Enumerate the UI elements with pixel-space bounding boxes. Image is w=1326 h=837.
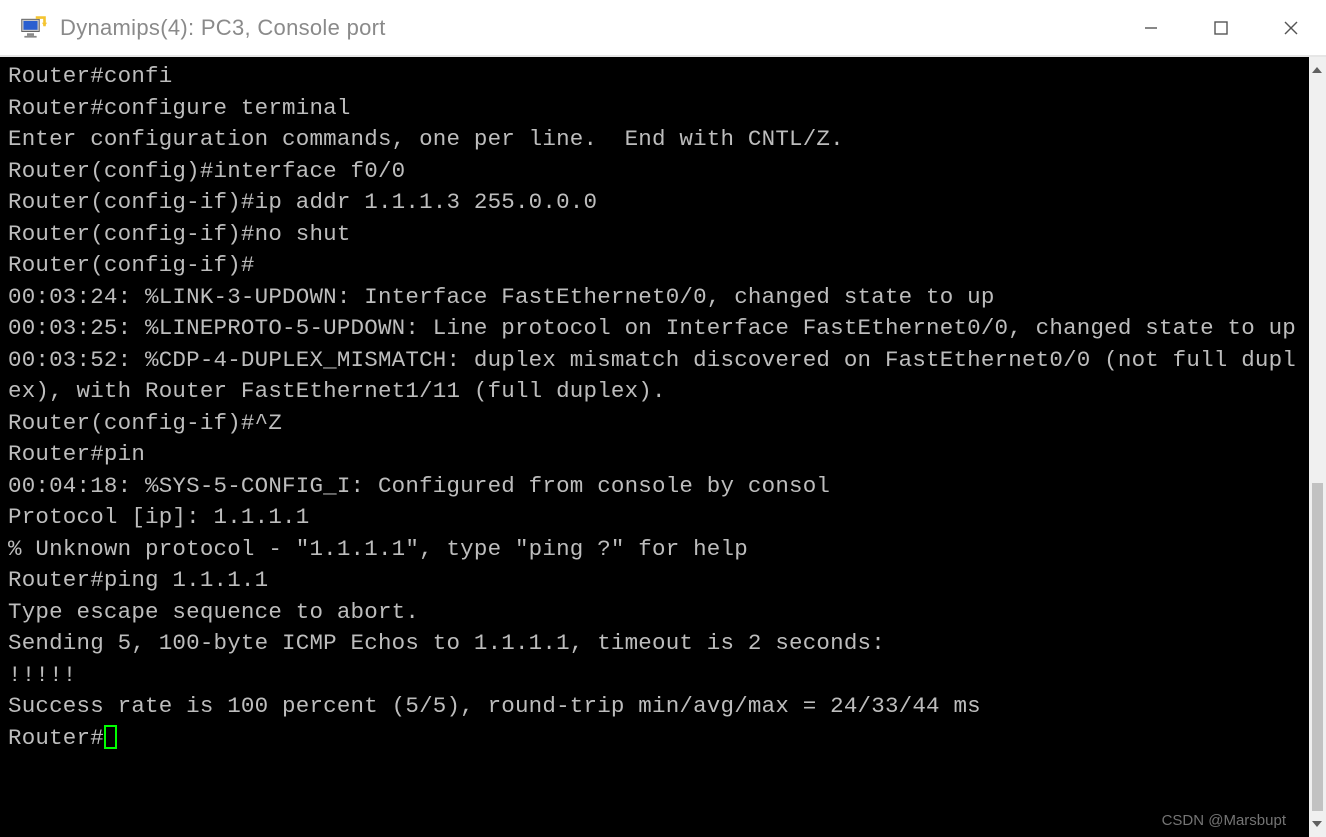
terminal-line: Success rate is 100 percent (5/5), round… bbox=[8, 691, 1309, 723]
titlebar[interactable]: Dynamips(4): PC3, Console port bbox=[0, 0, 1326, 55]
terminal-prompt-line: Router# bbox=[8, 723, 1309, 755]
terminal-line: 00:03:52: %CDP-4-DUPLEX_MISMATCH: duplex… bbox=[8, 345, 1309, 408]
terminal-line: Router#confi bbox=[8, 61, 1309, 93]
terminal-line: Router#ping 1.1.1.1 bbox=[8, 565, 1309, 597]
minimize-button[interactable] bbox=[1116, 0, 1186, 55]
terminal-line: Router(config-if)#no shut bbox=[8, 219, 1309, 251]
terminal-line: % Unknown protocol - "1.1.1.1", type "pi… bbox=[8, 534, 1309, 566]
terminal-line: Router(config)#interface f0/0 bbox=[8, 156, 1309, 188]
maximize-icon bbox=[1213, 20, 1229, 36]
window-controls bbox=[1116, 0, 1326, 55]
terminal-line: Protocol [ip]: 1.1.1.1 bbox=[8, 502, 1309, 534]
terminal-line: Sending 5, 100-byte ICMP Echos to 1.1.1.… bbox=[8, 628, 1309, 660]
terminal-line: 00:04:18: %SYS-5-CONFIG_I: Configured fr… bbox=[8, 471, 1309, 503]
terminal-line: Router#configure terminal bbox=[8, 93, 1309, 125]
terminal-line: Enter configuration commands, one per li… bbox=[8, 124, 1309, 156]
client-area: Router#confiRouter#configure terminalEnt… bbox=[0, 55, 1326, 837]
minimize-icon bbox=[1143, 20, 1159, 36]
maximize-button[interactable] bbox=[1186, 0, 1256, 55]
scroll-up-button[interactable] bbox=[1309, 57, 1326, 83]
terminal-line: Router#pin bbox=[8, 439, 1309, 471]
app-icon bbox=[20, 14, 48, 42]
scroll-track[interactable] bbox=[1309, 83, 1326, 811]
terminal-line: Router(config-if)#ip addr 1.1.1.3 255.0.… bbox=[8, 187, 1309, 219]
terminal-line: !!!!! bbox=[8, 660, 1309, 692]
vertical-scrollbar[interactable] bbox=[1309, 57, 1326, 837]
terminal-line: Type escape sequence to abort. bbox=[8, 597, 1309, 629]
app-window: Dynamips(4): PC3, Console port Router#co… bbox=[0, 0, 1326, 837]
chevron-up-icon bbox=[1311, 64, 1323, 76]
console-terminal[interactable]: Router#confiRouter#configure terminalEnt… bbox=[0, 57, 1309, 837]
chevron-down-icon bbox=[1311, 818, 1323, 830]
terminal-line: 00:03:24: %LINK-3-UPDOWN: Interface Fast… bbox=[8, 282, 1309, 314]
terminal-line: Router(config-if)# bbox=[8, 250, 1309, 282]
window-title: Dynamips(4): PC3, Console port bbox=[60, 15, 386, 41]
terminal-cursor bbox=[104, 725, 117, 749]
close-icon bbox=[1283, 20, 1299, 36]
terminal-line: 00:03:25: %LINEPROTO-5-UPDOWN: Line prot… bbox=[8, 313, 1309, 345]
scroll-thumb[interactable] bbox=[1312, 483, 1323, 811]
terminal-line: Router(config-if)#^Z bbox=[8, 408, 1309, 440]
close-button[interactable] bbox=[1256, 0, 1326, 55]
scroll-down-button[interactable] bbox=[1309, 811, 1326, 837]
terminal-prompt: Router# bbox=[8, 725, 104, 751]
